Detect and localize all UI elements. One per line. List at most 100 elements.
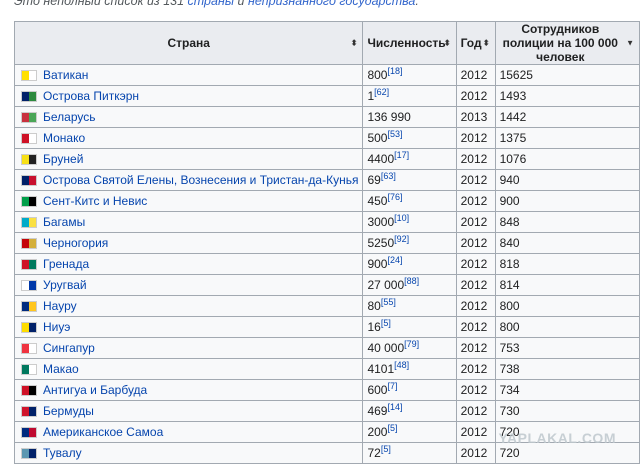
table-row: Черногория 5250[92] 2012 840 — [13, 232, 640, 254]
country-link[interactable]: Науру — [43, 299, 77, 313]
reference-link[interactable]: [48] — [394, 360, 409, 370]
countries-link[interactable]: страны — [188, 0, 235, 8]
sort-descending-icon[interactable]: ▼ — [626, 39, 634, 48]
sort-icon[interactable]: ⬍ — [483, 39, 490, 48]
country-link[interactable]: Тувалу — [43, 446, 82, 460]
flag-icon — [21, 259, 37, 271]
country-cell: Американское Самоа — [13, 421, 364, 443]
intro-middle: и — [234, 0, 248, 8]
header-year-label: Год — [460, 36, 482, 50]
count-cell: 600[7] — [362, 379, 457, 401]
per100k-cell: 940 — [494, 169, 640, 191]
count-cell: 500[53] — [362, 127, 457, 149]
flag-icon — [21, 154, 37, 166]
reference-sup: [17] — [394, 150, 409, 160]
intro-suffix: . — [415, 0, 419, 8]
reference-link[interactable]: [76] — [387, 192, 402, 202]
reference-link[interactable]: [7] — [387, 381, 397, 391]
country-link[interactable]: Макао — [43, 362, 79, 376]
per100k-cell: 753 — [494, 337, 640, 359]
count-cell: 3000[10] — [362, 211, 457, 233]
header-country[interactable]: Страна ⬍ — [13, 21, 364, 65]
country-cell: Антигуа и Барбуда — [13, 379, 364, 401]
reference-link[interactable]: [14] — [387, 402, 402, 412]
year-cell: 2012 — [455, 253, 496, 275]
reference-link[interactable]: [24] — [387, 255, 402, 265]
reference-link[interactable]: [10] — [394, 213, 409, 223]
per100k-cell: 840 — [494, 232, 640, 254]
table-row: Гренада 900[24] 2012 818 — [13, 253, 640, 275]
reference-link[interactable]: [88] — [404, 276, 419, 286]
unrecognized-state-link[interactable]: непризнанного государства — [248, 0, 415, 8]
country-link[interactable]: Бруней — [43, 152, 83, 166]
per100k-cell: 1375 — [494, 127, 640, 149]
per100k-cell: 15625 — [494, 64, 640, 86]
per100k-cell: 848 — [494, 211, 640, 233]
reference-link[interactable]: [5] — [381, 318, 391, 328]
country-link[interactable]: Острова Святой Елены, Вознесения и Трист… — [43, 173, 358, 187]
reference-link[interactable]: [5] — [381, 444, 391, 454]
per100k-cell: 800 — [494, 295, 640, 317]
table-row: Антигуа и Барбуда 600[7] 2012 734 — [13, 379, 640, 401]
country-cell: Науру — [13, 295, 364, 317]
year-cell: 2012 — [455, 85, 496, 107]
sort-icon[interactable]: ⬍ — [444, 39, 451, 48]
country-link[interactable]: Ватикан — [43, 68, 88, 82]
count-cell: 27 000[88] — [362, 274, 457, 296]
count-value: 500 — [367, 131, 388, 145]
country-cell: Черногория — [13, 232, 364, 254]
country-link[interactable]: Сент-Китс и Невис — [43, 194, 147, 208]
country-link[interactable]: Уругвай — [43, 278, 87, 292]
header-country-label: Страна — [167, 36, 210, 50]
sort-icon[interactable]: ⬍ — [351, 39, 358, 48]
count-value: 72 — [367, 446, 381, 460]
count-value: 4400 — [367, 152, 395, 166]
year-cell: 2012 — [455, 64, 496, 86]
table-row: Бруней 4400[17] 2012 1076 — [13, 148, 640, 170]
country-link[interactable]: Сингапур — [43, 341, 95, 355]
header-year[interactable]: Год ⬍ — [455, 21, 496, 65]
reference-link[interactable]: [18] — [387, 66, 402, 76]
country-link[interactable]: Монако — [43, 131, 85, 145]
country-cell: Тувалу — [13, 442, 364, 464]
reference-link[interactable]: [62] — [374, 87, 389, 97]
country-link[interactable]: Ниуэ — [43, 320, 70, 334]
reference-sup: [55] — [381, 297, 396, 307]
per100k-cell: 730 — [494, 400, 640, 422]
country-cell: Сент-Китс и Невис — [13, 190, 364, 212]
flag-icon — [21, 406, 37, 418]
flag-icon — [21, 238, 37, 250]
reference-link[interactable]: [53] — [387, 129, 402, 139]
reference-link[interactable]: [79] — [404, 339, 419, 349]
year-cell: 2012 — [455, 421, 496, 443]
year-cell: 2012 — [455, 316, 496, 338]
flag-icon — [21, 175, 37, 187]
header-per100k[interactable]: Сотрудников полиции на 100 000 человек ▼ — [494, 21, 640, 65]
count-value: 900 — [367, 257, 388, 271]
flag-icon — [21, 217, 37, 229]
country-link[interactable]: Гренада — [43, 257, 89, 271]
country-link[interactable]: Бермуды — [43, 404, 94, 418]
country-cell: Багамы — [13, 211, 364, 233]
country-link[interactable]: Багамы — [43, 215, 85, 229]
year-cell: 2012 — [455, 148, 496, 170]
country-link[interactable]: Беларусь — [43, 110, 95, 124]
reference-link[interactable]: [63] — [381, 171, 396, 181]
country-cell: Беларусь — [13, 106, 364, 128]
reference-link[interactable]: [5] — [387, 423, 397, 433]
country-cell: Макао — [13, 358, 364, 380]
country-link[interactable]: Американское Самоа — [43, 425, 163, 439]
country-cell: Ватикан — [13, 64, 364, 86]
count-cell: 450[76] — [362, 190, 457, 212]
country-link[interactable]: Антигуа и Барбуда — [43, 383, 147, 397]
table-row: Багамы 3000[10] 2012 848 — [13, 211, 640, 233]
country-link[interactable]: Черногория — [43, 236, 108, 250]
country-link[interactable]: Острова Питкэрн — [43, 89, 139, 103]
count-value: 5250 — [367, 236, 395, 250]
reference-link[interactable]: [92] — [394, 234, 409, 244]
reference-link[interactable]: [17] — [394, 150, 409, 160]
per100k-cell: 738 — [494, 358, 640, 380]
header-count[interactable]: Численность ⬍ — [362, 21, 457, 65]
flag-icon — [21, 280, 37, 292]
reference-link[interactable]: [55] — [381, 297, 396, 307]
